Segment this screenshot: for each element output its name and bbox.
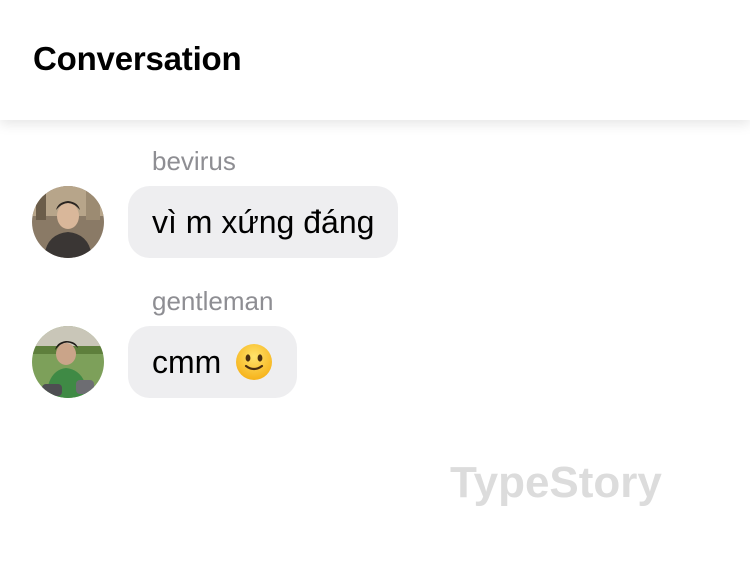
watermark-text: TypeStory (450, 458, 662, 507)
message-text: cmm (152, 343, 222, 380)
user-avatar-photo-icon (32, 326, 104, 398)
slightly-smiling-face-emoji-icon (236, 344, 273, 380)
conversation-screen: Conversation bevirus vì m xứng đáng gent… (0, 0, 750, 580)
page-title: Conversation (33, 40, 242, 77)
user-avatar-photo-icon (32, 186, 104, 258)
message-bubble[interactable]: cmm (128, 326, 298, 398)
avatar[interactable] (32, 186, 104, 258)
message-text: vì m xứng đáng (152, 203, 375, 240)
message-bubble[interactable]: vì m xứng đáng (128, 186, 399, 258)
sender-name: gentleman (152, 286, 274, 316)
avatar[interactable] (32, 326, 104, 398)
sender-name: bevirus (152, 146, 236, 176)
conversation-header: Conversation (0, 0, 750, 120)
